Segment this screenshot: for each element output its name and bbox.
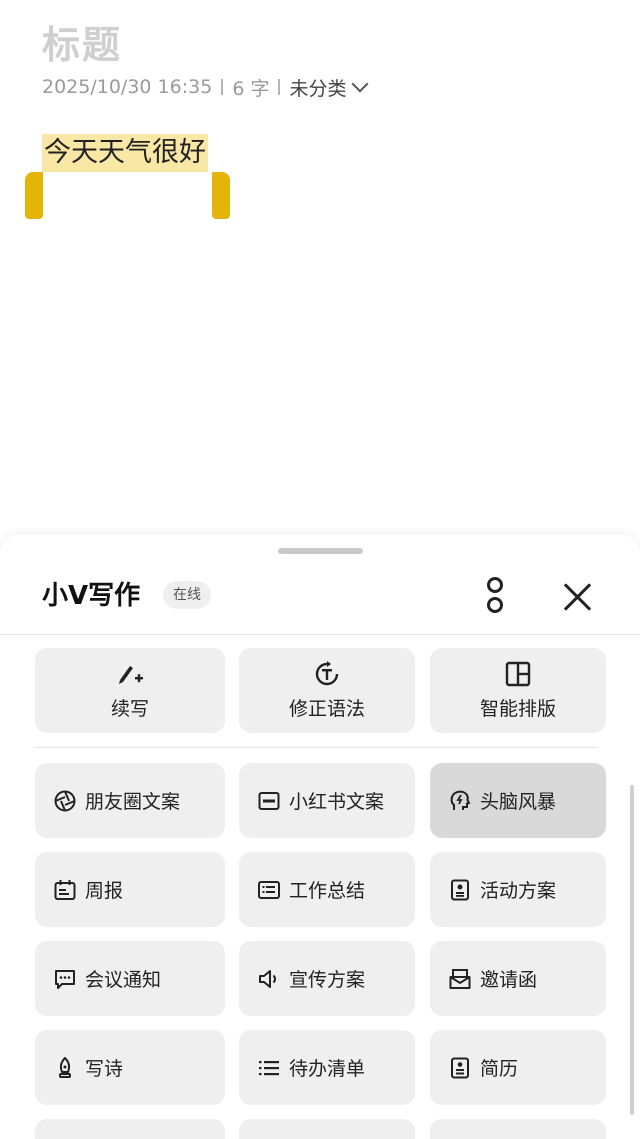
sheet-title: 小V写作 (42, 581, 141, 611)
checklist-icon (259, 1060, 279, 1075)
template-label: 小红书文案 (289, 791, 385, 813)
template-invitation[interactable]: 邀请函 (430, 941, 606, 1016)
template-work-summary[interactable]: 工作总结 (239, 852, 415, 927)
template-moments-copy[interactable]: 朋友圈文案 (35, 763, 225, 838)
smart-layout-label: 智能排版 (479, 698, 556, 720)
selection-handle-end[interactable] (212, 172, 230, 219)
scrollbar[interactable] (630, 785, 634, 1115)
resume-icon (451, 1057, 469, 1078)
template-label: 周报 (85, 880, 124, 902)
template-event-plan[interactable]: 活动方案 (430, 852, 606, 927)
template-brainstorm[interactable]: 头脑风暴 (430, 763, 606, 838)
template-write-poem[interactable]: 写诗 (35, 1030, 225, 1105)
writing-assistant-sheet: 小V写作 在线 续写 修正语法 智能排版 朋友圈文案 小红书文案 头脑风暴 周报… (0, 535, 640, 1139)
meta-separator (221, 79, 224, 95)
note-meta: 2025/10/30 16:35 6 字 未分类 (42, 74, 369, 101)
category-label: 未分类 (289, 77, 347, 100)
speaker-icon (259, 969, 276, 988)
quill-icon (59, 1056, 71, 1078)
template-weekly-report[interactable]: 周报 (35, 852, 225, 927)
template-redbook-copy[interactable]: 小红书文案 (239, 763, 415, 838)
sheet-header-divider (0, 634, 640, 635)
continue-writing-button[interactable]: 续写 (35, 648, 225, 733)
template-label: 工作总结 (289, 880, 366, 902)
document-person-icon (451, 879, 469, 900)
message-icon (55, 969, 75, 989)
aperture-icon (54, 790, 76, 811)
more-options-button[interactable] (478, 575, 512, 615)
note-word-count: 6 字 (232, 77, 270, 100)
template-partial[interactable] (35, 1119, 225, 1139)
more-dot-icon (487, 577, 503, 593)
template-label: 宣传方案 (289, 969, 366, 991)
template-label: 写诗 (85, 1058, 124, 1080)
template-partial[interactable] (239, 1119, 415, 1139)
template-label: 简历 (480, 1058, 519, 1080)
layout-icon (505, 661, 531, 687)
category-selector[interactable]: 未分类 (289, 74, 369, 101)
more-dot-icon (487, 597, 503, 613)
fix-grammar-label: 修正语法 (288, 698, 365, 720)
grammar-icon (315, 661, 339, 686)
note-editor[interactable]: 标题 2025/10/30 16:35 6 字 未分类 今天天气很好 (0, 0, 640, 535)
fix-grammar-button[interactable]: 修正语法 (239, 648, 415, 733)
note-title-placeholder[interactable]: 标题 (42, 14, 122, 69)
brain-icon (450, 790, 471, 810)
template-label: 邀请函 (480, 969, 538, 991)
redbook-icon (258, 791, 280, 810)
template-label: 待办清单 (289, 1058, 366, 1080)
chevron-down-icon (351, 75, 369, 93)
note-date: 2025/10/30 16:35 (42, 76, 213, 98)
template-label: 活动方案 (480, 880, 557, 902)
template-promotion-plan[interactable]: 宣传方案 (239, 941, 415, 1016)
online-badge: 在线 (163, 581, 211, 609)
note-content-selected-text[interactable]: 今天天气很好 (42, 134, 208, 172)
template-meeting-notice[interactable]: 会议通知 (35, 941, 225, 1016)
template-resume[interactable]: 简历 (430, 1030, 606, 1105)
sheet-drag-handle[interactable] (278, 548, 363, 554)
template-label: 头脑风暴 (480, 791, 557, 813)
template-label: 朋友圈文案 (85, 791, 181, 813)
close-icon[interactable] (558, 577, 596, 615)
continue-writing-label: 续写 (110, 698, 149, 720)
list-card-icon (258, 880, 280, 899)
pen-plus-icon (119, 666, 143, 684)
calendar-icon (54, 879, 76, 900)
selection-handle-start[interactable] (25, 172, 43, 219)
section-divider (36, 747, 596, 748)
template-todo-list[interactable]: 待办清单 (239, 1030, 415, 1105)
smart-layout-button[interactable]: 智能排版 (430, 648, 606, 733)
meta-separator (278, 79, 281, 95)
mail-icon (449, 968, 471, 989)
template-partial[interactable] (430, 1119, 606, 1139)
template-label: 会议通知 (85, 969, 162, 991)
